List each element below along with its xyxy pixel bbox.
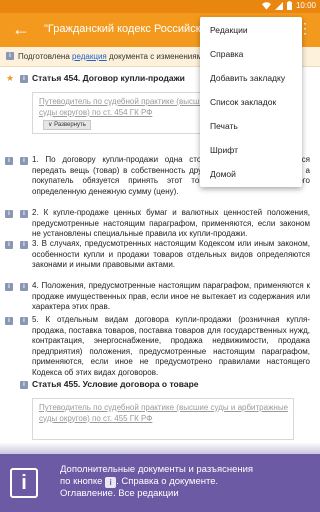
bookmark-star-icon[interactable]: ★ xyxy=(6,73,14,84)
info-icon[interactable]: i xyxy=(20,157,28,165)
document-title: "Гражданский кодекс Российской Федерации… xyxy=(44,23,214,35)
overflow-menu: Редакции Справка Добавить закладку Списо… xyxy=(200,17,302,187)
practice-guide-box: Путеводитель по судебной практике (высши… xyxy=(32,398,294,440)
menu-item-bookmarks-list[interactable]: Список закладок xyxy=(210,97,276,107)
battery-icon xyxy=(286,1,292,10)
status-bar: 10:00 xyxy=(0,0,320,13)
paragraph: 2. К купле-продаже ценных бумаг и валютн… xyxy=(32,208,310,239)
wifi-icon xyxy=(261,1,271,10)
info-icon[interactable]: i xyxy=(5,317,13,325)
paragraph: 3. В случаях, предусмотренных настоящим … xyxy=(32,239,310,270)
info-icon[interactable]: i xyxy=(20,241,28,249)
info-icon[interactable]: i xyxy=(5,157,13,165)
menu-item-editions[interactable]: Редакции xyxy=(210,25,248,35)
menu-item-home[interactable]: Домой xyxy=(210,169,236,179)
info-icon[interactable]: i xyxy=(20,381,28,389)
menu-item-font[interactable]: Шрифт xyxy=(210,145,238,155)
info-icon[interactable]: i xyxy=(20,210,28,218)
expand-button[interactable]: ∨ Развернуть xyxy=(43,120,91,130)
paragraph: 4. Положения, предусмотренные настоящим … xyxy=(32,281,310,312)
banner-text: Подготовлена редакция документа с измене… xyxy=(18,52,207,61)
info-icon[interactable]: i xyxy=(20,283,28,291)
info-icon: i xyxy=(105,477,117,488)
article-heading: Статья 455. Условие договора о товаре xyxy=(32,379,199,389)
info-icon[interactable]: i xyxy=(5,241,13,249)
article-heading: Статья 454. Договор купли-продажи xyxy=(32,73,185,83)
article-455-heading-row: i Статья 455. Условие договора о товаре xyxy=(0,379,320,391)
menu-item-add-bookmark[interactable]: Добавить закладку xyxy=(210,73,285,83)
tip-panel[interactable]: i Дополнительные документы и разъяснения… xyxy=(0,454,320,512)
info-icon: i xyxy=(6,52,14,60)
info-icon[interactable]: i xyxy=(20,317,28,325)
practice-guide-link[interactable]: Путеводитель по судебной практике (высши… xyxy=(39,403,289,424)
status-time: 10:00 xyxy=(295,1,316,10)
info-icon[interactable]: i xyxy=(20,75,28,83)
signal-icon xyxy=(274,1,283,10)
menu-item-print[interactable]: Печать xyxy=(210,121,238,131)
tip-text: Дополнительные документы и разъяснения п… xyxy=(60,464,254,499)
fade-overlay xyxy=(0,442,320,454)
info-icon[interactable]: i xyxy=(5,283,13,291)
edition-link[interactable]: редакция xyxy=(72,52,107,61)
info-icon: i xyxy=(10,468,38,498)
arrow-left-icon[interactable]: ← xyxy=(12,19,30,39)
info-icon[interactable]: i xyxy=(5,210,13,218)
menu-item-reference[interactable]: Справка xyxy=(210,49,243,59)
paragraph: 5. К отдельным видам договора купли-прод… xyxy=(32,315,310,377)
